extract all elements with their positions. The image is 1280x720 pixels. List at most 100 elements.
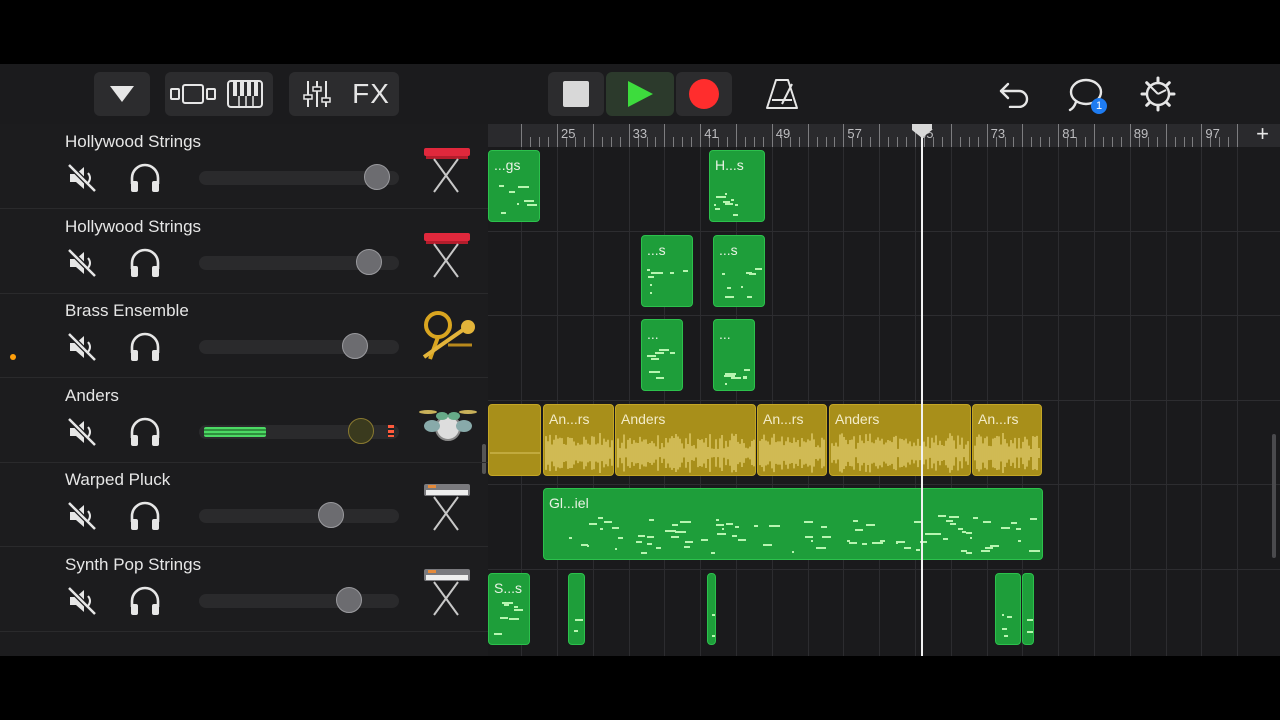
mute-button[interactable] [66,247,98,284]
volume-knob[interactable] [364,164,390,190]
solo-button[interactable] [128,247,162,284]
solo-button[interactable] [128,416,162,453]
record-button[interactable] [676,72,732,116]
region-label: An...rs [763,410,804,427]
midi-region[interactable] [1022,572,1034,645]
midi-note [670,352,675,354]
synth-stand-icon[interactable] [418,559,478,619]
midi-region[interactable]: S...s [488,572,530,645]
volume-knob[interactable] [336,586,362,613]
volume-slider[interactable] [199,417,399,444]
ruler-tick [655,137,657,147]
view-dropdown-button[interactable] [94,72,150,116]
volume-slider[interactable] [199,586,399,613]
solo-button[interactable] [128,162,162,199]
midi-region[interactable]: H...s [709,150,765,222]
audio-region[interactable]: An...rs [757,403,827,476]
ruler-tick [610,137,612,147]
vertical-scroll-indicator[interactable] [1272,434,1276,558]
volume-slider[interactable] [199,502,399,528]
ruler-tick [870,137,872,147]
midi-note [1002,627,1007,630]
audio-region[interactable] [488,403,541,476]
volume-knob[interactable] [342,333,368,359]
undo-button[interactable] [998,80,1030,113]
midi-note [811,540,813,542]
add-section-button[interactable]: + [1256,121,1269,147]
midi-notes [646,262,688,302]
brass-icon[interactable] [418,305,478,365]
midi-region[interactable] [568,572,585,645]
midi-region[interactable]: ...s [641,234,693,307]
audio-waveform [831,432,969,473]
audio-region[interactable]: Anders [615,403,756,476]
midi-note [853,520,858,522]
volume-slider[interactable] [199,248,399,275]
speaker-muted-icon [66,163,98,198]
midi-region[interactable]: Gl...iel [543,488,1043,560]
volume-knob[interactable] [348,417,374,444]
solo-button[interactable] [128,331,162,368]
synth-stand-icon[interactable] [418,474,478,534]
grid-line [1237,147,1239,656]
track-header[interactable]: Synth Pop Strings [0,547,488,632]
midi-region[interactable]: ...gs [488,150,540,222]
midi-note [738,539,746,541]
audio-region[interactable]: Anders [829,403,971,476]
midi-note [763,544,772,546]
settings-button[interactable] [1140,76,1176,117]
midi-note [1029,550,1037,552]
undo-icon [999,82,1029,109]
ruler-tick [727,137,729,147]
ruler-tick [771,124,773,147]
audio-region[interactable]: An...rs [972,403,1042,476]
drum-kit-icon[interactable] [418,390,478,450]
solo-button[interactable] [128,585,162,622]
midi-note [726,523,733,525]
playhead-handle[interactable] [910,124,934,138]
midi-region[interactable]: ...s [713,234,765,307]
mute-button[interactable] [66,162,98,199]
audio-region[interactable]: An...rs [543,403,614,476]
track-header[interactable]: Hollywood Strings [0,209,488,294]
play-button[interactable] [606,72,674,116]
volume-knob[interactable] [356,248,382,275]
tracks-view-button[interactable] [167,72,219,116]
stop-button[interactable] [548,72,604,116]
fx-button[interactable]: FX [344,72,398,116]
midi-region[interactable] [707,572,716,645]
metronome-button[interactable] [764,78,800,115]
track-header[interactable]: Hollywood Strings [0,124,488,209]
midi-note [712,634,715,637]
timeline-ruler[interactable]: + 25334149576573818997 [488,121,1280,147]
track-header[interactable]: Anders [0,378,488,463]
grid-line [664,147,666,656]
midi-region[interactable] [995,572,1021,645]
track-lanes[interactable]: ...gs H...s ...s ...s...... An...rs Anders An.… [488,147,1280,656]
mute-button[interactable] [66,416,98,453]
midi-region[interactable]: ... [713,319,755,391]
mute-button[interactable] [66,500,98,537]
keyboard-stand-icon[interactable] [418,136,478,196]
mixer-button[interactable] [290,72,344,116]
volume-knob[interactable] [318,502,344,528]
volume-slider[interactable] [199,164,399,190]
track-header[interactable]: Brass Ensemble [0,293,488,378]
mute-button[interactable] [66,585,98,622]
lane-separator [488,568,1280,570]
instrument-view-button[interactable] [219,72,271,116]
ruler-tick [1094,124,1095,147]
track-header[interactable]: Warped Pluck [0,462,488,547]
solo-button[interactable] [128,500,162,537]
volume-slider[interactable] [199,333,399,359]
mute-button[interactable] [66,331,98,368]
midi-note [494,632,502,635]
midi-notes [1000,600,1016,640]
ruler-tick [628,124,630,147]
midi-region[interactable]: ... [641,319,683,391]
ruler-tick [1013,137,1015,147]
midi-notes [714,177,760,217]
playhead-line[interactable] [921,133,923,656]
midi-note [746,271,752,274]
keyboard-stand-icon[interactable] [418,221,478,281]
